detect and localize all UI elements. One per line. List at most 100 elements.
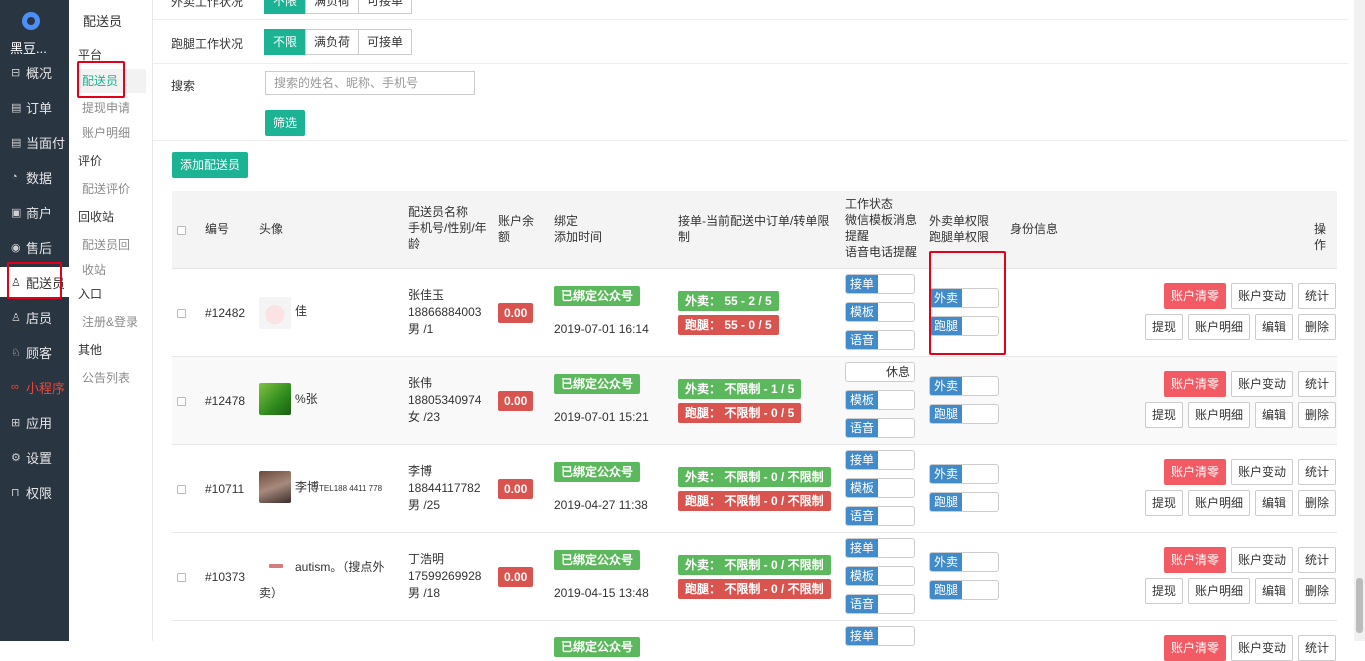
clear-account-button[interactable]: 账户清零 [1164,547,1227,573]
sidebar-item-miniapp[interactable]: ∞ 小程序 [0,372,69,402]
delete-button[interactable]: 删除 [1298,314,1337,340]
account-detail-button[interactable]: 账户明细 [1188,490,1251,516]
template-msg-switch[interactable]: 模板 [845,566,915,586]
filter-errand-group: 不限 满负荷 可接单 [264,29,413,55]
sidebar-item-apps[interactable]: ⊞ 应用 [0,407,69,437]
voice-call-switch[interactable]: 语音 [845,418,915,438]
clear-account-button[interactable]: 账户清零 [1164,371,1227,397]
sidebar-item-after-sale[interactable]: ◉ 售后 [0,232,69,262]
errand-permission-switch[interactable]: 跑腿 [929,404,999,424]
stats-button[interactable]: 统计 [1298,371,1337,397]
delete-button[interactable]: 删除 [1298,490,1337,516]
delete-button[interactable]: 删除 [1298,578,1337,604]
row-checkbox[interactable] [177,309,186,318]
subnav-link-withdraw[interactable]: 提现申请 [82,99,130,116]
table-row: #10711 李博TEL188 4411 778 李博 18844117782 男 … [172,445,1337,533]
work-status-switch[interactable]: 接单 [845,274,915,294]
filter-option-available[interactable]: 可接单 [358,0,413,14]
clear-account-button[interactable]: 账户清零 [1164,635,1227,661]
courier-nickname: 佳 [295,304,308,318]
filter-option-all[interactable]: 不限 [264,29,307,55]
bind-status-badge: 已绑定公众号 [554,550,641,570]
shop-name[interactable]: 黑豆... [10,38,47,57]
sidebar-item-courier[interactable]: ♙ 配送员 [0,267,69,297]
account-detail-button[interactable]: 账户明细 [1188,578,1251,604]
withdraw-button[interactable]: 提现 [1145,402,1184,428]
subnav-link-courier[interactable]: 配送员 [78,69,146,93]
account-change-button[interactable]: 账户变动 [1231,547,1294,573]
stats-button[interactable]: 统计 [1298,547,1337,573]
subnav-link-account[interactable]: 账户明细 [82,124,130,141]
account-detail-button[interactable]: 账户明细 [1188,314,1251,340]
lock-icon: ⊓ [11,486,20,499]
subnav-link-recycle-cont[interactable]: 收站 [82,261,106,278]
scrollbar-thumb[interactable] [1356,578,1363,633]
work-status-switch[interactable]: 休息 [845,362,915,382]
select-all-checkbox[interactable] [177,226,186,235]
takeout-permission-switch[interactable]: 外卖 [929,288,999,308]
work-status-switch[interactable]: 接单 [845,450,915,470]
delete-button[interactable]: 删除 [1298,402,1337,428]
voice-call-switch[interactable]: 语音 [845,594,915,614]
account-detail-button[interactable]: 账户明细 [1188,402,1251,428]
account-change-button[interactable]: 账户变动 [1231,459,1294,485]
withdraw-button[interactable]: 提现 [1145,490,1184,516]
sidebar-item-permissions[interactable]: ⊓ 权限 [0,477,69,507]
account-change-button[interactable]: 账户变动 [1231,283,1294,309]
template-msg-switch[interactable]: 模板 [845,302,915,322]
voice-call-switch[interactable]: 语音 [845,330,915,350]
clear-account-button[interactable]: 账户清零 [1164,283,1227,309]
takeout-permission-switch[interactable]: 外卖 [929,464,999,484]
edit-button[interactable]: 编辑 [1255,314,1294,340]
add-courier-button[interactable]: 添加配送员 [172,152,249,178]
voice-call-switch[interactable]: 语音 [845,506,915,526]
sidebar-item-label: 配送员 [26,275,66,291]
errand-permission-switch[interactable]: 跑腿 [929,580,999,600]
filter-option-available[interactable]: 可接单 [358,29,413,55]
takeout-permission-switch[interactable]: 外卖 [929,552,999,572]
clear-account-button[interactable]: 账户清零 [1164,459,1227,485]
work-status-switch[interactable]: 接单 [845,538,915,558]
edit-button[interactable]: 编辑 [1255,402,1294,428]
subnav-link-notice[interactable]: 公告列表 [82,369,130,386]
sidebar-item-customer[interactable]: ♘ 顾客 [0,337,69,367]
filter-option-full[interactable]: 满负荷 [305,29,360,55]
row-checkbox[interactable] [177,485,186,494]
sidebar-item-data[interactable]: ◔ 数据 [0,162,69,192]
sidebar-item-settings[interactable]: ⚙ 设置 [0,442,69,472]
header-permissions: 外卖单权限 跑腿单权限 [929,214,990,244]
vertical-scrollbar[interactable] [1354,0,1365,641]
takeout-permission-switch[interactable]: 外卖 [929,376,999,396]
add-time: 2019-07-01 16:14 [554,322,649,336]
stats-button[interactable]: 统计 [1298,459,1337,485]
sidebar-item-clerk[interactable]: ♙ 店员 [0,302,69,332]
sidebar-item-orders[interactable]: ▤ 订单 [0,92,69,122]
edit-button[interactable]: 编辑 [1255,490,1294,516]
sidebar-item-merchant[interactable]: ▣ 商户 [0,197,69,227]
filter-option-full[interactable]: 满负荷 [305,0,360,14]
filter-button[interactable]: 筛选 [265,110,306,136]
search-input[interactable]: 搜索的姓名、昵称、手机号 [265,71,475,95]
order-icon: ▤ [11,101,22,114]
stats-button[interactable]: 统计 [1298,635,1337,661]
work-status-switch[interactable]: 接单 [845,626,915,646]
subnav-link-recycle[interactable]: 配送员回 [82,236,130,253]
sidebar-item-overview[interactable]: ⊟ 概况 [0,57,69,87]
sidebar-item-face-pay[interactable]: ▤ 当面付 [0,127,69,157]
dashboard-icon: ⊟ [11,66,21,79]
filter-option-all[interactable]: 不限 [264,0,307,14]
subnav-link-register[interactable]: 注册&登录 [82,313,138,330]
template-msg-switch[interactable]: 模板 [845,478,915,498]
withdraw-button[interactable]: 提现 [1145,314,1184,340]
row-checkbox[interactable] [177,397,186,406]
withdraw-button[interactable]: 提现 [1145,578,1184,604]
account-change-button[interactable]: 账户变动 [1231,635,1294,661]
subnav-link-review[interactable]: 配送评价 [82,180,130,197]
errand-permission-switch[interactable]: 跑腿 [929,492,999,512]
edit-button[interactable]: 编辑 [1255,578,1294,604]
errand-permission-switch[interactable]: 跑腿 [929,316,999,336]
template-msg-switch[interactable]: 模板 [845,390,915,410]
stats-button[interactable]: 统计 [1298,283,1337,309]
account-change-button[interactable]: 账户变动 [1231,371,1294,397]
row-checkbox[interactable] [177,573,186,582]
